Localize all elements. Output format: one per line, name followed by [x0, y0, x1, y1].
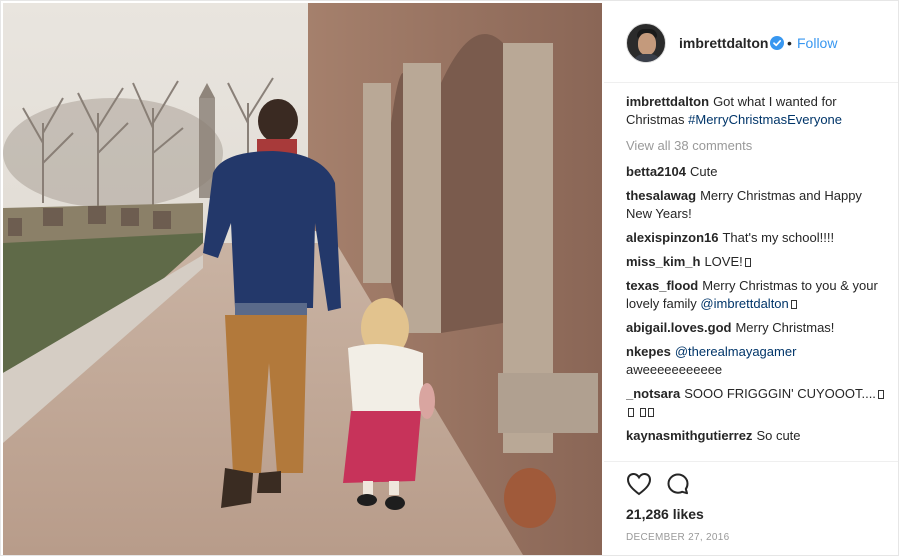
caption: imbrettdalton Got what I wanted for Chris… — [626, 93, 888, 129]
comment-text: Cute — [689, 164, 718, 179]
post-photo[interactable] — [3, 3, 602, 555]
photo-illustration — [3, 3, 602, 555]
emoji-placeholder-icon — [877, 390, 884, 399]
emoji-placeholder-icon — [744, 258, 751, 267]
instagram-post: imbrettdalton • Follow imbrettdalton Got … — [0, 0, 899, 556]
comment-item: miss_kim_h LOVE! — [626, 253, 888, 271]
comment-mention[interactable]: @therealmayagamer — [675, 344, 797, 359]
post-actions: 21,286 likes DECEMBER 27, 2016 — [604, 461, 898, 555]
comments-list[interactable]: imbrettdalton Got what I wanted for Chris… — [626, 93, 888, 461]
emoji-placeholder-icon — [647, 408, 654, 417]
post-header: imbrettdalton • Follow — [604, 3, 898, 83]
comment-item: abigail.loves.god Merry Christmas! — [626, 319, 888, 337]
follow-button[interactable]: Follow — [797, 35, 837, 51]
caption-username[interactable]: imbrettdalton — [626, 94, 709, 109]
heart-icon[interactable] — [626, 472, 652, 496]
avatar-face — [638, 33, 656, 55]
post-sidebar: imbrettdalton • Follow imbrettdalton Got … — [604, 3, 898, 555]
comment-icon[interactable] — [666, 472, 690, 496]
comment-item: betta2104 Cute — [626, 163, 888, 181]
comment-username[interactable]: nkepes — [626, 344, 671, 359]
comment-item: nkepes @therealmayagamer aweeeeeeeeeee — [626, 343, 888, 379]
comment-text: LOVE! — [704, 254, 743, 269]
comment-username[interactable]: miss_kim_h — [626, 254, 700, 269]
comment-text: SOOO FRIGGGIN' CUYOOOT.... — [684, 386, 876, 401]
comment-text: That's my school!!!! — [722, 230, 835, 245]
comment-item: alexispinzon16 That's my school!!!! — [626, 229, 888, 247]
comment-item: texas_flood Merry Christmas to you & your… — [626, 277, 888, 313]
comment-username[interactable]: _notsara — [626, 386, 680, 401]
header-username[interactable]: imbrettdalton — [679, 35, 768, 51]
emoji-placeholder-icon — [790, 300, 797, 309]
post-date: DECEMBER 27, 2016 — [626, 532, 730, 543]
comment-text: Merry Christmas! — [735, 320, 835, 335]
comment-username[interactable]: thesalawag — [626, 188, 696, 203]
comment-item: thesalawag Merry Christmas and Happy New … — [626, 187, 888, 223]
header-separator: • — [787, 35, 792, 51]
comment-item: kaynasmithgutierrez So cute — [626, 427, 888, 445]
comment-username[interactable]: kaynasmithgutierrez — [626, 428, 752, 443]
comment-text: aweeeeeeeeeee — [626, 362, 723, 377]
comment-username[interactable]: betta2104 — [626, 164, 686, 179]
emoji-placeholder-icon — [639, 408, 646, 417]
comment-username[interactable]: abigail.loves.god — [626, 320, 731, 335]
comment-item: _notsara SOOO FRIGGGIN' CUYOOOT.... — [626, 385, 888, 421]
comment-mention[interactable]: @imbrettdalton — [700, 296, 788, 311]
avatar[interactable] — [626, 23, 666, 63]
avatar-body — [632, 54, 662, 62]
verified-badge-icon — [770, 36, 784, 50]
comment-text: So cute — [756, 428, 801, 443]
caption-hashtag[interactable]: #MerryChristmasEveryone — [688, 112, 842, 127]
comment-username[interactable]: texas_flood — [626, 278, 698, 293]
emoji-placeholder-icon — [628, 408, 634, 417]
view-all-comments-link[interactable]: View all 38 comments — [626, 137, 888, 155]
comment-username[interactable]: alexispinzon16 — [626, 230, 718, 245]
like-count[interactable]: 21,286 likes — [626, 506, 704, 522]
